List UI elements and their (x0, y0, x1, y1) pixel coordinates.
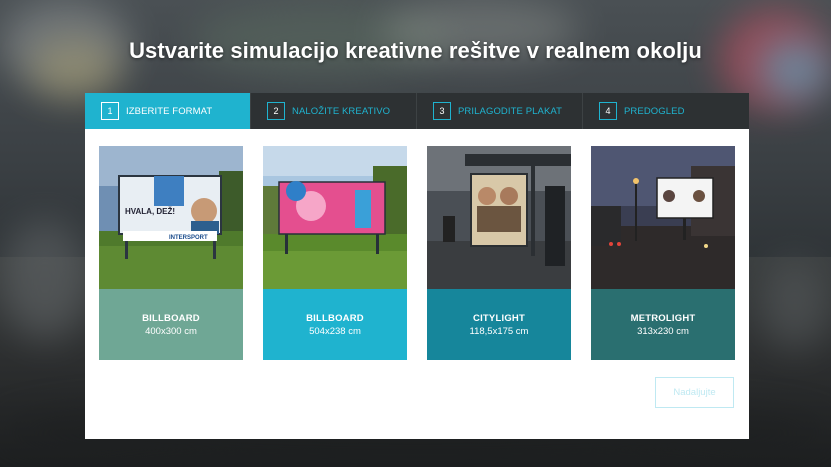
step-1-tab[interactable]: 1 IZBERITE FORMAT (85, 93, 251, 129)
format-info: CITYLIGHT 118,5x175 cm (427, 289, 571, 360)
format-name: BILLBOARD (142, 312, 200, 324)
step-number: 4 (599, 102, 617, 120)
format-name: CITYLIGHT (473, 312, 525, 324)
step-4-tab[interactable]: 4 PREDOGLED (583, 93, 749, 129)
format-size: 400x300 cm (145, 325, 197, 337)
step-label: NALOŽITE KREATIVO (292, 105, 391, 117)
format-info: BILLBOARD 504x238 cm (263, 289, 407, 360)
next-button[interactable]: Nadaljujte (655, 377, 734, 408)
billboard-photo: HVALA, DEŽ! INTERSPORT (99, 146, 243, 289)
format-size: 313x230 cm (637, 325, 689, 337)
format-selector-panel: 1 IZBERITE FORMAT 2 NALOŽITE KREATIVO 3 … (85, 93, 749, 439)
citylight-photo (427, 146, 571, 289)
step-bar: 1 IZBERITE FORMAT 2 NALOŽITE KREATIVO 3 … (85, 93, 749, 129)
format-size: 118,5x175 cm (469, 325, 529, 337)
format-size: 504x238 cm (309, 325, 361, 337)
format-info: METROLIGHT 313x230 cm (591, 289, 735, 360)
format-info: BILLBOARD 400x300 cm (99, 289, 243, 360)
format-name: METROLIGHT (630, 312, 696, 324)
step-number: 3 (433, 102, 451, 120)
format-name: BILLBOARD (306, 312, 364, 324)
step-label: PRILAGODITE PLAKAT (458, 105, 563, 117)
step-number: 2 (267, 102, 285, 120)
poster-text: HVALA, DEŽ! (125, 207, 175, 216)
step-label: PREDOGLED (624, 105, 685, 117)
brand-text: INTERSPORT (169, 235, 208, 241)
billboard-photo (263, 146, 407, 289)
format-card-billboard-400x300[interactable]: HVALA, DEŽ! INTERSPORT BILLBOARD 400x300… (99, 146, 243, 360)
step-label: IZBERITE FORMAT (126, 105, 213, 117)
format-card-citylight[interactable]: CITYLIGHT 118,5x175 cm (427, 146, 571, 360)
step-2-tab[interactable]: 2 NALOŽITE KREATIVO (251, 93, 417, 129)
page-title: Ustvarite simulacijo kreativne rešitve v… (129, 38, 702, 63)
metrolight-photo (591, 146, 735, 289)
step-number: 1 (101, 102, 119, 120)
format-card-billboard-504x238[interactable]: BILLBOARD 504x238 cm (263, 146, 407, 360)
format-card-metrolight[interactable]: METROLIGHT 313x230 cm (591, 146, 735, 360)
step-3-tab[interactable]: 3 PRILAGODITE PLAKAT (417, 93, 583, 129)
